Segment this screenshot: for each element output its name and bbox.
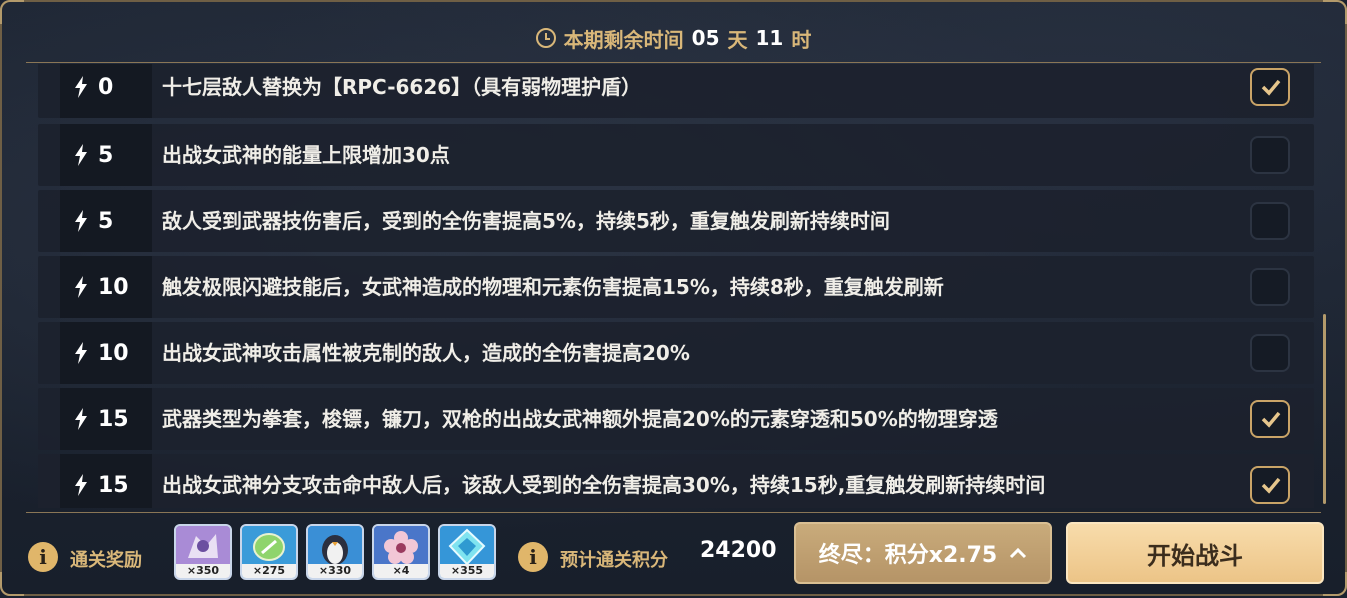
buff-row[interactable]: 10 出战女武神攻击属性被克制的敌人，造成的全伤害提高20% bbox=[38, 322, 1314, 384]
lightning-icon bbox=[75, 342, 87, 364]
buff-description: 出战女武神分支攻击命中敌人后，该敌人受到的全伤害提高30%，持续15秒,重复触发… bbox=[162, 473, 1046, 497]
reward-item[interactable]: ×330 bbox=[306, 524, 364, 580]
reward-quantity: ×355 bbox=[440, 564, 494, 578]
buff-row[interactable]: 0 十七层敌人替换为【RPC-6626】（具有弱物理护盾） bbox=[38, 64, 1314, 118]
buff-row[interactable]: 15 出战女武神分支攻击命中敌人后，该敌人受到的全伤害提高30%，持续15秒,重… bbox=[38, 454, 1314, 508]
buff-cost: 15 bbox=[60, 388, 152, 450]
event-panel: 本期剩余时间 05 天 11 时 0 十七层敌人替换为【RPC-6626】（具有… bbox=[0, 0, 1347, 596]
reward-item[interactable]: ×355 bbox=[438, 524, 496, 580]
flower-icon bbox=[374, 526, 428, 568]
checkmark-icon bbox=[1261, 411, 1281, 428]
score-label: 预计通关积分 bbox=[560, 550, 668, 571]
crystal-icon bbox=[440, 526, 494, 568]
buff-description: 触发极限闪避技能后，女武神造成的物理和元素伤害提高15%，持续8秒，重复触发刷新 bbox=[162, 275, 944, 299]
start-battle-button[interactable]: 开始战斗 bbox=[1066, 522, 1324, 584]
coin-icon bbox=[242, 526, 296, 568]
lightning-icon bbox=[75, 474, 87, 496]
buff-row[interactable]: 10 触发极限闪避技能后，女武神造成的物理和元素伤害提高15%，持续8秒，重复触… bbox=[38, 256, 1314, 318]
buff-cost: 15 bbox=[60, 454, 152, 508]
buff-cost: 5 bbox=[60, 190, 152, 252]
clock-icon bbox=[535, 28, 556, 48]
penguin-icon bbox=[308, 526, 362, 568]
reward-quantity: ×330 bbox=[308, 564, 362, 578]
timer-day-unit: 天 bbox=[727, 27, 748, 52]
reward-quantity: ×275 bbox=[242, 564, 296, 578]
buff-description: 十七层敌人替换为【RPC-6626】（具有弱物理护盾） bbox=[162, 75, 642, 99]
buff-cost-value: 5 bbox=[98, 142, 114, 168]
timer-hour-unit: 时 bbox=[791, 27, 812, 52]
buff-row[interactable]: 5 敌人受到武器技伤害后，受到的全伤害提高5%，持续5秒，重复触发刷新持续时间 bbox=[38, 190, 1314, 252]
timer-days: 05 bbox=[691, 26, 720, 50]
remaining-time: 本期剩余时间 05 天 11 时 bbox=[2, 22, 1345, 54]
buff-checkbox[interactable] bbox=[1250, 136, 1290, 174]
buff-list[interactable]: 0 十七层敌人替换为【RPC-6626】（具有弱物理护盾） 5 出战女武神的能量… bbox=[38, 64, 1314, 508]
difficulty-mode-button[interactable]: 终尽：积分x2.75 bbox=[794, 522, 1052, 584]
info-icon[interactable]: i bbox=[518, 542, 548, 572]
buff-cost-value: 10 bbox=[98, 274, 129, 300]
buff-cost: 0 bbox=[60, 64, 152, 118]
buff-cost-value: 15 bbox=[98, 406, 129, 432]
buff-checkbox[interactable] bbox=[1250, 334, 1290, 372]
reward-quantity: ×350 bbox=[176, 564, 230, 578]
lightning-icon bbox=[75, 144, 87, 166]
frame-corner bbox=[0, 0, 24, 24]
buff-cost-value: 0 bbox=[98, 74, 114, 100]
mode-label: 终尽：积分x2.75 bbox=[818, 543, 998, 568]
buff-cost-value: 10 bbox=[98, 340, 129, 366]
lightning-icon bbox=[75, 76, 87, 98]
buff-checkbox[interactable] bbox=[1250, 202, 1290, 240]
scrollbar[interactable] bbox=[1323, 314, 1326, 504]
buff-checkbox[interactable] bbox=[1250, 268, 1290, 306]
info-icon[interactable]: i bbox=[28, 542, 58, 572]
divider bbox=[26, 512, 1321, 513]
lightning-icon bbox=[75, 276, 87, 298]
score-value: 24200 bbox=[700, 538, 777, 563]
buff-checkbox[interactable] bbox=[1250, 466, 1290, 504]
checkmark-icon bbox=[1261, 477, 1281, 494]
buff-cost: 5 bbox=[60, 124, 152, 186]
timer-label: 本期剩余时间 bbox=[563, 27, 684, 52]
buff-description: 敌人受到武器技伤害后，受到的全伤害提高5%，持续5秒，重复触发刷新持续时间 bbox=[162, 209, 890, 233]
reward-quantity: ×4 bbox=[374, 564, 428, 578]
buff-cost: 10 bbox=[60, 322, 152, 384]
lightning-icon bbox=[75, 210, 87, 232]
buff-row[interactable]: 15 武器类型为拳套，梭镖，镰刀，双枪的出战女武神额外提高20%的元素穿透和50… bbox=[38, 388, 1314, 450]
buff-description: 出战女武神攻击属性被克制的敌人，造成的全伤害提高20% bbox=[162, 341, 690, 365]
reward-label: 通关奖励 bbox=[70, 550, 142, 571]
buff-description: 出战女武神的能量上限增加30点 bbox=[162, 143, 450, 167]
buff-checkbox[interactable] bbox=[1250, 400, 1290, 438]
lightning-icon bbox=[75, 408, 87, 430]
valkyrie-fragment-icon bbox=[176, 526, 230, 568]
timer-hours: 11 bbox=[755, 26, 784, 50]
footer-bar: i 通关奖励 ×350 ×275 ×330 ×4 ×355 i 预计通关积分 2… bbox=[2, 518, 1347, 598]
divider bbox=[26, 62, 1321, 63]
buff-cost: 10 bbox=[60, 256, 152, 318]
buff-description: 武器类型为拳套，梭镖，镰刀，双枪的出战女武神额外提高20%的元素穿透和50%的物… bbox=[162, 407, 998, 431]
buff-cost-value: 5 bbox=[98, 208, 114, 234]
frame-corner bbox=[1323, 0, 1347, 24]
reward-item[interactable]: ×275 bbox=[240, 524, 298, 580]
buff-row[interactable]: 5 出战女武神的能量上限增加30点 bbox=[38, 124, 1314, 186]
checkmark-icon bbox=[1261, 79, 1281, 96]
chevron-up-icon bbox=[1010, 547, 1027, 559]
buff-checkbox[interactable] bbox=[1250, 68, 1290, 106]
reward-item[interactable]: ×4 bbox=[372, 524, 430, 580]
reward-item[interactable]: ×350 bbox=[174, 524, 232, 580]
buff-cost-value: 15 bbox=[98, 472, 129, 498]
